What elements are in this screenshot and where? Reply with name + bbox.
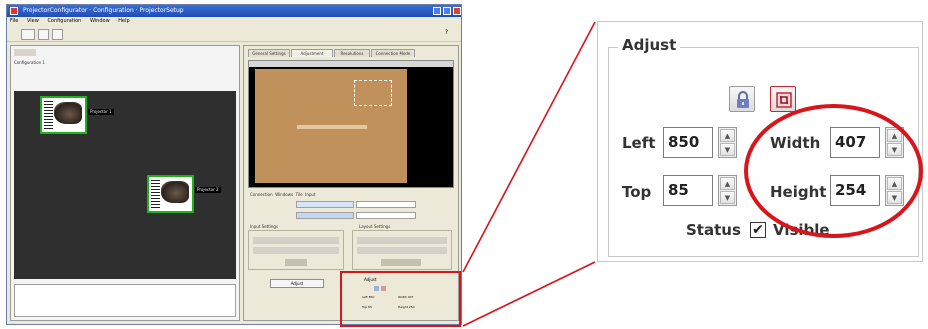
crop-icon	[776, 92, 792, 108]
crop-button[interactable]	[770, 86, 796, 112]
left-field[interactable]: 850	[663, 127, 713, 158]
highlight-ellipse	[744, 104, 923, 238]
left-spinner[interactable]: ▲ ▼	[718, 127, 737, 158]
adjust-title: Adjust	[618, 36, 681, 54]
top-field[interactable]: 85	[663, 175, 713, 206]
zoom-line-top	[462, 21, 596, 273]
top-label: Top	[622, 183, 652, 201]
spinner-up-icon[interactable]: ▲	[720, 177, 735, 190]
status-label: Status	[686, 221, 741, 239]
spinner-down-icon[interactable]: ▼	[720, 143, 735, 156]
top-spinner[interactable]: ▲ ▼	[718, 175, 737, 206]
zoom-line-bottom	[462, 261, 596, 327]
left-label: Left	[622, 134, 656, 152]
spinner-up-icon[interactable]: ▲	[720, 129, 735, 142]
lock-button[interactable]	[729, 86, 755, 112]
visible-checkbox[interactable]: ✔	[750, 222, 766, 238]
lock-icon	[737, 91, 749, 108]
spinner-down-icon[interactable]: ▼	[720, 191, 735, 204]
checkbox-icon: ✔	[752, 222, 764, 238]
